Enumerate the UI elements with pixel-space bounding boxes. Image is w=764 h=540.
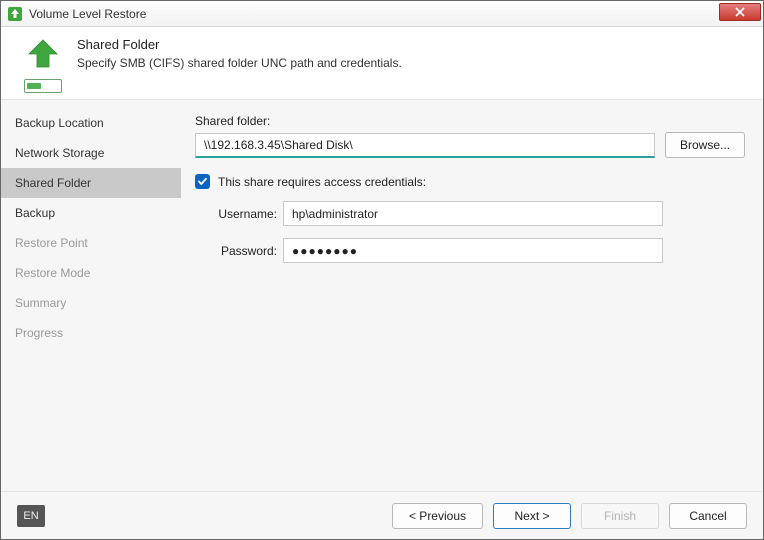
header-visual [15,37,71,93]
previous-button[interactable]: < Previous [392,503,483,529]
nav-item-restore-point: Restore Point [1,228,181,258]
nav-item-summary: Summary [1,288,181,318]
requires-credentials-checkbox[interactable] [195,174,210,189]
shared-folder-input[interactable] [195,133,655,158]
nav-item-shared-folder[interactable]: Shared Folder [1,168,181,198]
finish-button: Finish [581,503,659,529]
nav-item-network-storage[interactable]: Network Storage [1,138,181,168]
app-icon [7,6,23,22]
nav-item-backup[interactable]: Backup [1,198,181,228]
check-icon [197,176,208,187]
username-label: Username: [215,207,277,221]
window-title: Volume Level Restore [29,7,719,21]
language-badge[interactable]: EN [17,505,45,527]
password-label: Password: [215,244,277,258]
username-input[interactable] [283,201,663,226]
close-icon [735,7,745,17]
browse-button[interactable]: Browse... [665,132,745,158]
wizard-footer: EN < Previous Next > Finish Cancel [1,491,763,539]
shared-folder-row: Browse... [195,132,745,158]
header-text: Shared Folder Specify SMB (CIFS) shared … [71,37,402,93]
password-input[interactable] [283,238,663,263]
nav-item-backup-location[interactable]: Backup Location [1,108,181,138]
progress-chip-icon [24,79,62,93]
username-row: Username: [195,201,745,226]
password-row: Password: [195,238,745,263]
restore-arrow-icon [25,37,61,73]
shared-folder-label: Shared folder: [195,114,745,128]
wizard-header: Shared Folder Specify SMB (CIFS) shared … [1,27,763,100]
nav-item-progress: Progress [1,318,181,348]
step-title: Shared Folder [77,37,402,52]
nav-item-restore-mode: Restore Mode [1,258,181,288]
credentials-check-row: This share requires access credentials: [195,174,745,189]
wizard-body: Backup LocationNetwork StorageShared Fol… [1,100,763,491]
wizard-content: Shared folder: Browse... This share requ… [181,100,763,491]
close-button[interactable] [719,3,761,21]
window-frame: Volume Level Restore Shared Folder Speci… [0,0,764,540]
next-button[interactable]: Next > [493,503,571,529]
credentials-block: This share requires access credentials: … [195,174,745,263]
wizard-nav: Backup LocationNetwork StorageShared Fol… [1,100,181,491]
step-description: Specify SMB (CIFS) shared folder UNC pat… [77,56,402,70]
titlebar: Volume Level Restore [1,1,763,27]
cancel-button[interactable]: Cancel [669,503,747,529]
requires-credentials-label: This share requires access credentials: [218,175,426,189]
